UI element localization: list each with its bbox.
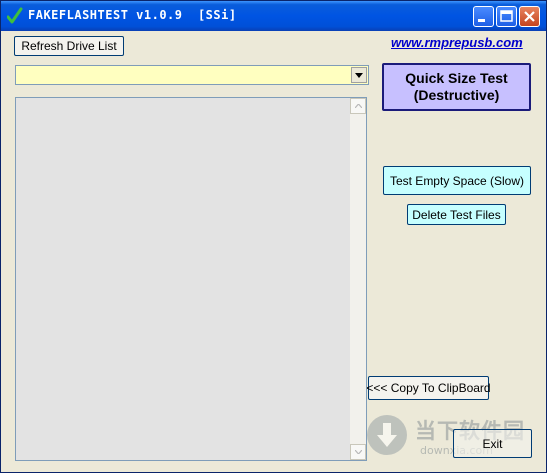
minimize-icon bbox=[478, 19, 485, 22]
checkmark-icon bbox=[7, 7, 23, 24]
scroll-up-button[interactable] bbox=[350, 98, 366, 114]
refresh-drive-list-button[interactable]: Refresh Drive List bbox=[14, 36, 124, 56]
dropdown-button[interactable] bbox=[351, 67, 367, 83]
vertical-scrollbar[interactable] bbox=[350, 98, 366, 460]
test-empty-space-button[interactable]: Test Empty Space (Slow) bbox=[383, 166, 531, 195]
app-window: FAKEFLASHTEST v1.0.9 [SSi] Refresh Drive… bbox=[0, 0, 547, 473]
download-icon bbox=[367, 415, 407, 455]
log-listbox[interactable] bbox=[15, 97, 367, 461]
quick-size-test-button[interactable]: Quick Size Test (Destructive) bbox=[382, 63, 531, 111]
website-link[interactable]: www.rmprepusb.com bbox=[391, 35, 523, 50]
chevron-down-icon bbox=[354, 450, 362, 454]
close-button[interactable] bbox=[519, 6, 540, 27]
chevron-down-icon bbox=[355, 72, 363, 78]
maximize-icon bbox=[500, 10, 513, 22]
title-bar[interactable]: FAKEFLASHTEST v1.0.9 [SSi] bbox=[1, 1, 546, 31]
window-title: FAKEFLASHTEST v1.0.9 [SSi] bbox=[28, 8, 237, 22]
exit-button[interactable]: Exit bbox=[453, 429, 532, 458]
drive-select[interactable] bbox=[15, 65, 369, 85]
copy-to-clipboard-button[interactable]: <<< Copy To ClipBoard bbox=[366, 376, 491, 400]
quick-size-test-sublabel: (Destructive) bbox=[413, 87, 500, 103]
delete-test-files-button[interactable]: Delete Test Files bbox=[407, 204, 506, 225]
quick-size-test-label: Quick Size Test bbox=[405, 70, 508, 86]
minimize-button[interactable] bbox=[473, 6, 494, 27]
scroll-down-button[interactable] bbox=[350, 444, 366, 460]
maximize-button[interactable] bbox=[496, 6, 517, 27]
chevron-up-icon bbox=[354, 104, 362, 108]
close-icon bbox=[524, 11, 535, 22]
